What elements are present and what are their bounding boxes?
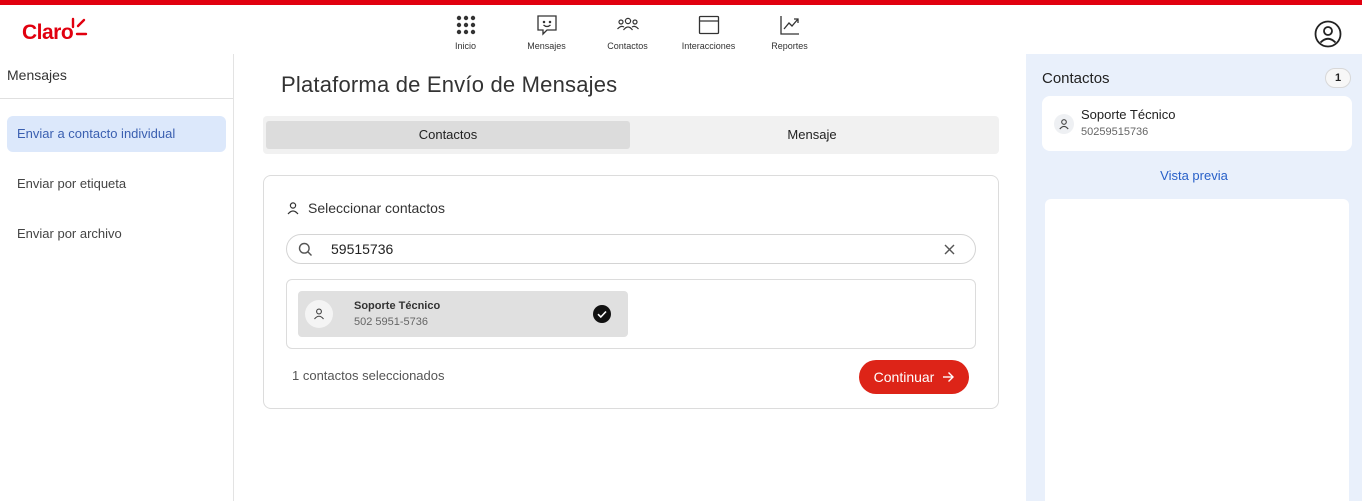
continue-button[interactable]: Continuar [859, 360, 969, 394]
selected-contact-name: Soporte Técnico [1081, 107, 1176, 122]
sidebar-title: Mensajes [7, 67, 67, 83]
selected-contact-phone: 50259515736 [1081, 126, 1149, 138]
window-icon [698, 15, 719, 35]
chart-trend-icon [779, 16, 799, 35]
preview-area [1045, 199, 1349, 501]
logo-rays-icon [71, 17, 88, 36]
nav-item-interacciones[interactable]: Interacciones [668, 11, 749, 57]
avatar [305, 300, 333, 328]
sidebar-divider [0, 98, 233, 99]
select-contacts-card: Seleccionar contactos Soporte Técnico 50… [263, 175, 999, 409]
sidebar-item-archivo[interactable]: Enviar por archivo [7, 216, 226, 252]
selected-contact-card: Soporte Técnico 50259515736 [1042, 96, 1352, 151]
user-account-icon[interactable] [1314, 20, 1342, 48]
sidebar-item-individual[interactable]: Enviar a contacto individual [7, 116, 226, 152]
arrow-right-icon [943, 372, 955, 382]
contacts-panel: Contactos 1 Soporte Técnico 50259515736 … [1026, 54, 1362, 501]
avatar [1054, 114, 1074, 134]
search-results: Soporte Técnico 502 5951-5736 [286, 279, 976, 349]
tab-mensaje[interactable]: Mensaje [630, 121, 994, 149]
clear-icon[interactable] [943, 243, 956, 256]
tab-contactos[interactable]: Contactos [266, 121, 630, 149]
claro-logo[interactable]: Claro [22, 21, 74, 45]
nav-label-inicio: Inicio [454, 41, 476, 51]
selected-count: 1 contactos seleccionados [292, 368, 445, 383]
result-item[interactable]: Soporte Técnico 502 5951-5736 [298, 291, 628, 337]
nav-label-interacciones: Interacciones [681, 41, 736, 51]
person-icon [287, 202, 299, 215]
person-icon [314, 308, 324, 320]
nav-label-reportes: Reportes [771, 41, 808, 51]
nav-item-contactos[interactable]: Contactos [587, 11, 668, 57]
continue-label: Continuar [873, 369, 935, 385]
app-header: Claro Inicio Mensajes Contactos Interacc… [0, 5, 1362, 54]
people-icon [616, 17, 639, 31]
nav-label-contactos: Contactos [607, 41, 648, 51]
card-header-label: Seleccionar contactos [308, 200, 445, 216]
message-smile-icon [536, 15, 557, 36]
nav-item-reportes[interactable]: Reportes [749, 11, 830, 57]
page-title: Plataforma de Envío de Mensajes [281, 72, 618, 97]
grid-icon [456, 15, 475, 35]
preview-link[interactable]: Vista previa [1026, 168, 1362, 183]
search-input[interactable] [331, 239, 921, 259]
card-header: Seleccionar contactos [286, 199, 445, 217]
tab-bar: Contactos Mensaje [263, 116, 999, 154]
result-name: Soporte Técnico [354, 300, 441, 312]
check-circle-icon[interactable] [593, 305, 611, 323]
sidebar-item-etiqueta[interactable]: Enviar por etiqueta [7, 166, 226, 202]
sidebar: Mensajes Enviar a contacto individual En… [0, 54, 234, 501]
contacts-count-badge: 1 [1325, 68, 1351, 88]
contacts-panel-title: Contactos [1042, 70, 1110, 87]
person-icon [1059, 119, 1069, 130]
search-icon [298, 242, 312, 256]
main-nav: Inicio Mensajes Contactos Interacciones [425, 11, 830, 57]
result-phone: 502 5951-5736 [354, 316, 429, 328]
nav-item-mensajes[interactable]: Mensajes [506, 11, 587, 57]
nav-item-inicio[interactable]: Inicio [425, 11, 506, 57]
nav-label-mensajes: Mensajes [527, 41, 566, 51]
contact-search [286, 234, 976, 264]
